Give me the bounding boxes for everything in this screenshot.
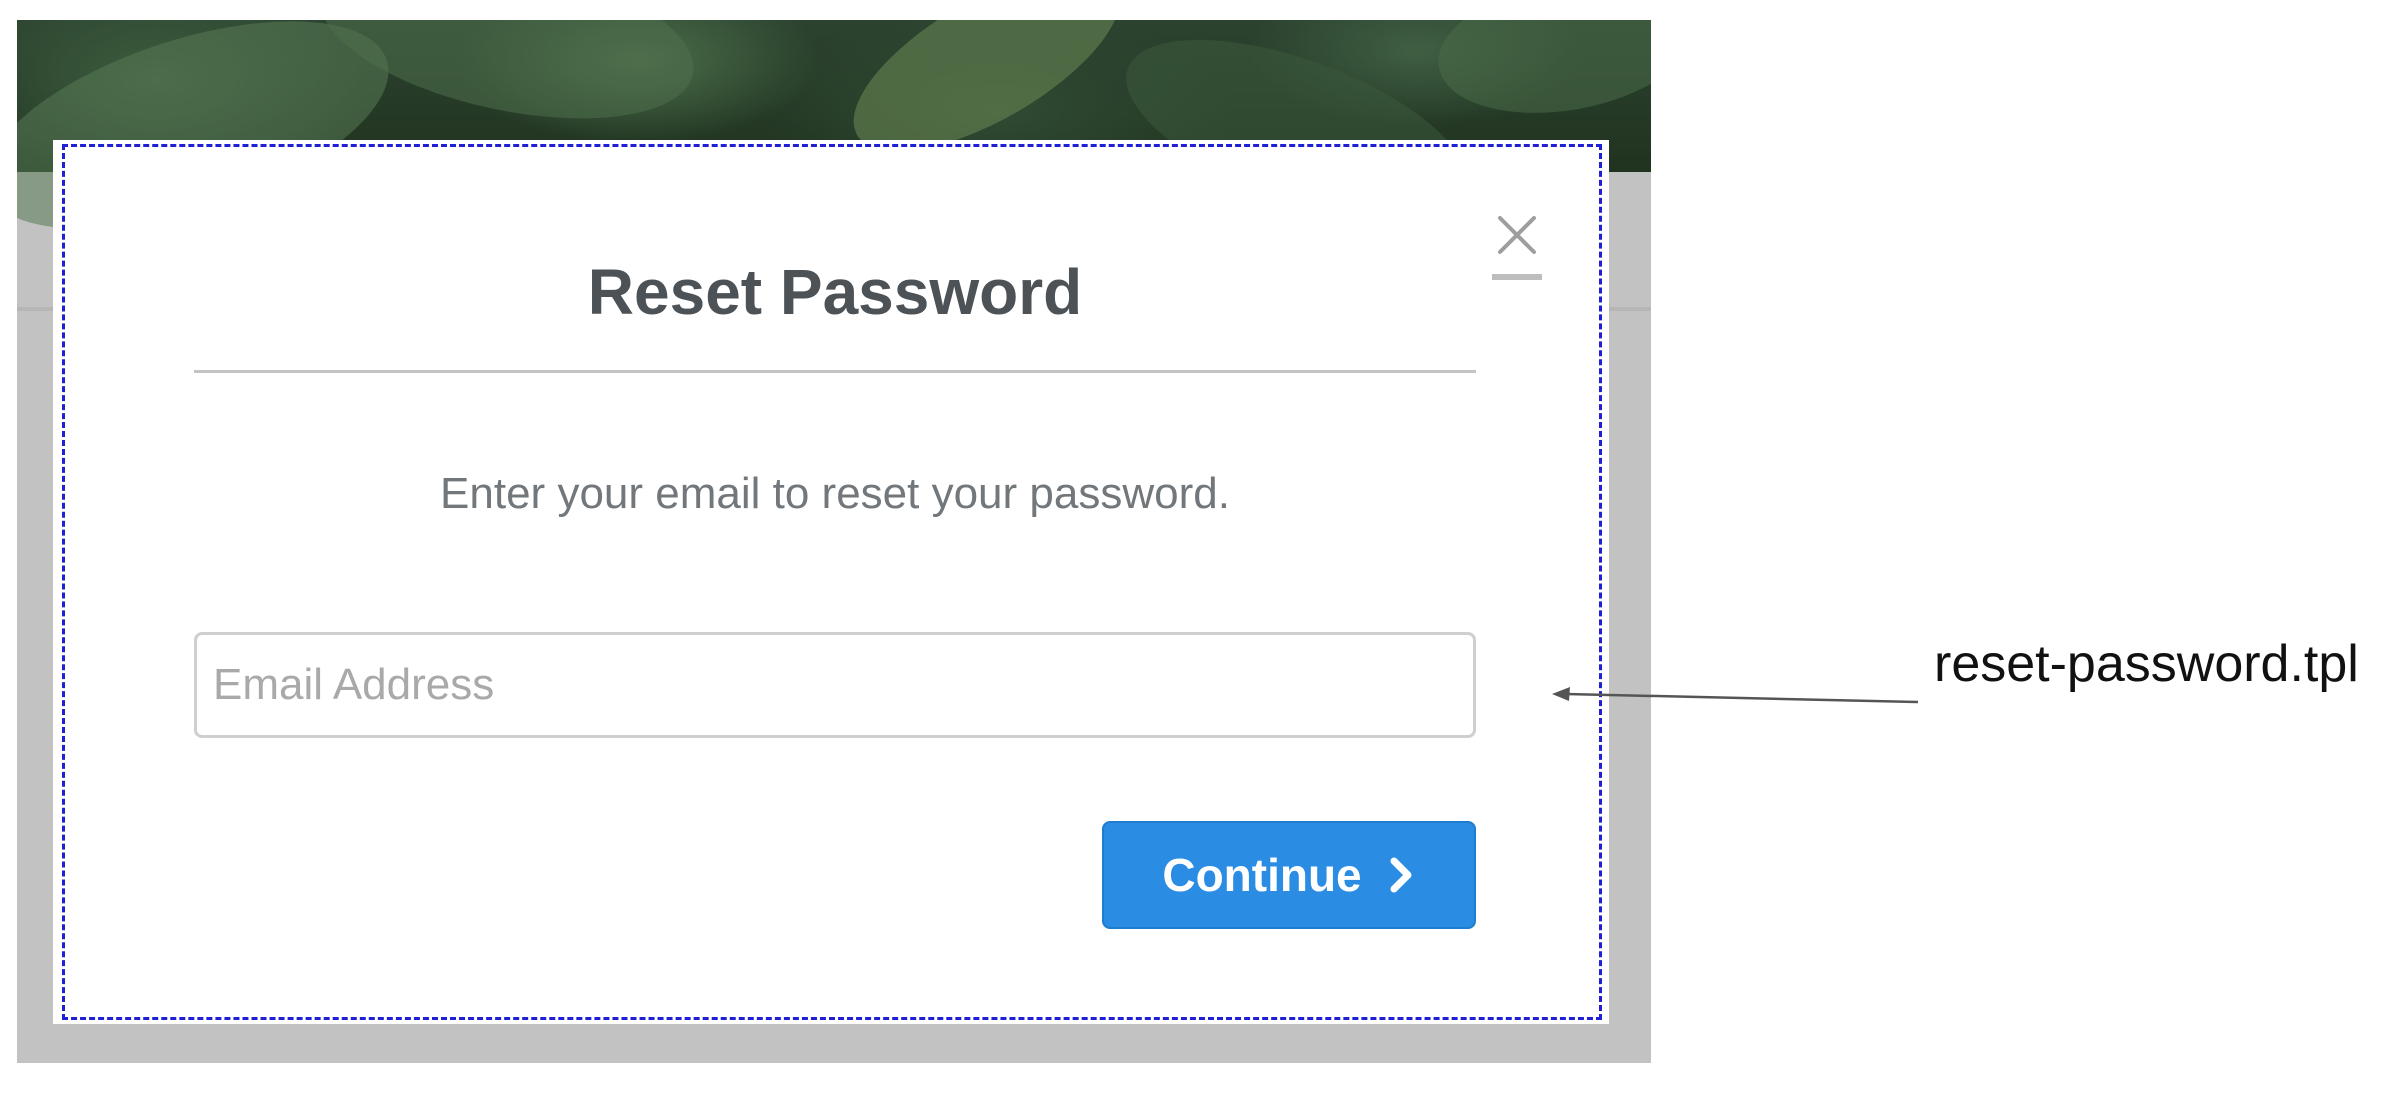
continue-button[interactable]: Continue: [1102, 821, 1476, 929]
chevron-right-icon: [1390, 857, 1412, 893]
close-icon: [1498, 216, 1536, 254]
leaf-shape: [1427, 20, 1651, 132]
annotation-arrow-icon: [1552, 687, 1919, 704]
continue-button-label: Continue: [1162, 849, 1362, 901]
modal-instructions: Enter your email to reset your password.: [440, 469, 1230, 518]
close-button[interactable]: [1492, 214, 1542, 284]
annotation-label: reset-password.tpl: [1934, 635, 2359, 693]
close-underline: [1492, 274, 1542, 280]
email-field[interactable]: [194, 632, 1476, 738]
modal-title: Reset Password: [587, 256, 1083, 328]
screenshot-stage: Reset Password Enter your email to reset…: [0, 0, 2406, 1096]
title-divider: [194, 370, 1476, 373]
